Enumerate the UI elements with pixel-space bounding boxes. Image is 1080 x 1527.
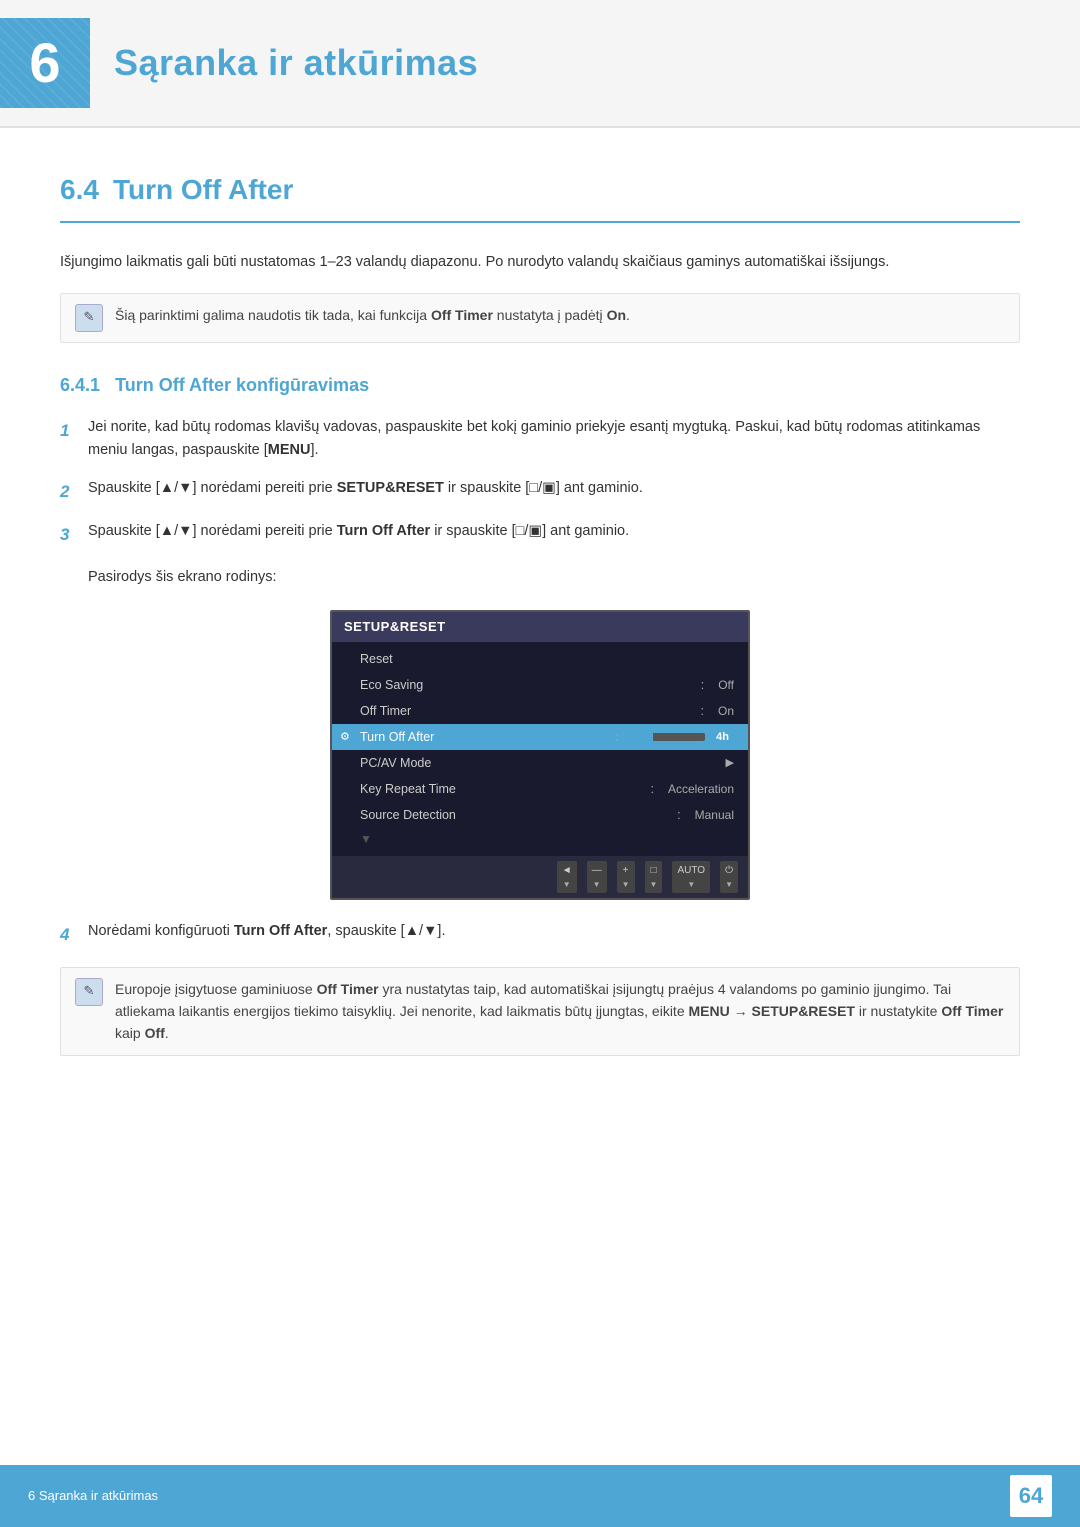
menu-item-keyrepeat: Key Repeat Time : Acceleration: [332, 776, 748, 802]
bottom-icon-auto: AUTO▼: [672, 861, 710, 894]
progress-value: 4h: [711, 728, 734, 748]
section-heading: 6.4 Turn Off After: [60, 168, 1020, 223]
arrow-icon-pcav: ▶: [726, 755, 734, 773]
menu-more-indicator: ▼: [332, 828, 748, 851]
menu-label-eco: Eco Saving: [360, 675, 695, 695]
step-text-4: Norėdami konfigūruoti Turn Off After, sp…: [88, 920, 1020, 944]
step-item-1: 1 Jei norite, kad būtų rodomas klavišų v…: [60, 416, 1020, 464]
bottom-icon-plus: +▼: [617, 861, 635, 894]
main-content: 6.4 Turn Off After Išjungimo laikmatis g…: [0, 128, 1080, 1160]
menu-item-reset: Reset: [332, 646, 748, 672]
bottom-icon-power: ⏻▼: [720, 861, 738, 894]
menu-label-source: Source Detection: [360, 805, 671, 825]
menu-title: SETUP&RESET: [332, 612, 748, 643]
gear-icon: ⚙: [340, 729, 350, 747]
step-text-1: Jei norite, kad būtų rodomas klavišų vad…: [88, 416, 1020, 464]
step-item-2: 2 Spauskite [▲/▼] norėdami pereiti prie …: [60, 477, 1020, 505]
bottom-icon-minus: —▼: [587, 861, 607, 894]
screen-mockup: SETUP&RESET Reset Eco Saving : Off Off T…: [330, 610, 750, 901]
step-number-2: 2: [60, 477, 88, 505]
step-item-3: 3 Spauskite [▲/▼] norėdami pereiti prie …: [60, 520, 1020, 548]
menu-value-offtimer: On: [718, 702, 734, 721]
chapter-number: 6: [0, 18, 90, 108]
bottom-icon-enter: □▼: [645, 861, 663, 894]
section-number: 6.4: [60, 168, 99, 213]
footer-chapter-label: 6 Sąranka ir atkūrimas: [28, 1486, 158, 1507]
section-title: Turn Off After: [113, 168, 293, 213]
menu-label-turnoffafter: Turn Off After: [360, 727, 610, 747]
progress-bar-fill: [625, 733, 653, 741]
menu-item-eco: Eco Saving : Off: [332, 672, 748, 698]
steps-list-2: 4 Norėdami konfigūruoti Turn Off After, …: [60, 920, 1020, 948]
step-text-3: Spauskite [▲/▼] norėdami pereiti prie Tu…: [88, 520, 1020, 544]
note-text-2: Europoje įsigytuose gaminiuose Off Timer…: [115, 978, 1005, 1045]
step-number-4: 4: [60, 920, 88, 948]
progress-bar-area: 4h: [625, 728, 734, 748]
menu-item-offtimer: Off Timer : On: [332, 698, 748, 724]
note-icon-2: ✎: [75, 978, 103, 1006]
step-3-sub: Pasirodys šis ekrano rodinys:: [88, 566, 1020, 590]
menu-item-pcav: PC/AV Mode ▶: [332, 750, 748, 776]
chapter-header: 6 Sąranka ir atkūrimas: [0, 0, 1080, 128]
menu-label-keyrepeat: Key Repeat Time: [360, 779, 644, 799]
bottom-icon-back: ◄▼: [557, 861, 577, 894]
menu-label-offtimer: Off Timer: [360, 701, 695, 721]
menu-value-eco: Off: [718, 676, 734, 695]
menu-bottom-bar: ◄▼ —▼ +▼ □▼ AUTO▼ ⏻▼: [332, 856, 748, 899]
subsection-number: 6.4.1: [60, 375, 100, 395]
note-text-1: Šią parinktimi galima naudotis tik tada,…: [115, 304, 630, 326]
menu-item-turnoffafter: ⚙ Turn Off After : 4h: [332, 724, 748, 750]
menu-item-source: Source Detection : Manual: [332, 802, 748, 828]
menu-label-reset: Reset: [360, 649, 734, 669]
menu-value-source: Manual: [695, 806, 734, 825]
step-number-3: 3: [60, 520, 88, 548]
chapter-title: Sąranka ir atkūrimas: [114, 34, 478, 92]
menu-value-keyrepeat: Acceleration: [668, 780, 734, 799]
menu-label-pcav: PC/AV Mode: [360, 753, 726, 773]
step-text-2: Spauskite [▲/▼] norėdami pereiti prie SE…: [88, 477, 1020, 501]
menu-items: Reset Eco Saving : Off Off Timer : On ⚙: [332, 642, 748, 855]
steps-list: 1 Jei norite, kad būtų rodomas klavišų v…: [60, 416, 1020, 548]
step-number-1: 1: [60, 416, 88, 444]
footer-page-number: 64: [1010, 1475, 1052, 1517]
step-item-4: 4 Norėdami konfigūruoti Turn Off After, …: [60, 920, 1020, 948]
progress-bar: [625, 733, 705, 741]
note-box-2: ✎ Europoje įsigytuose gaminiuose Off Tim…: [60, 967, 1020, 1056]
note-box-1: ✎ Šią parinktimi galima naudotis tik tad…: [60, 293, 1020, 343]
page-footer: 6 Sąranka ir atkūrimas 64: [0, 1465, 1080, 1527]
subsection-heading: 6.4.1 Turn Off After konfigūravimas: [60, 371, 1020, 400]
note-icon-1: ✎: [75, 304, 103, 332]
body-text: Išjungimo laikmatis gali būti nustatomas…: [60, 251, 1020, 275]
subsection-title: Turn Off After konfigūravimas: [115, 375, 369, 395]
screen-inner: SETUP&RESET Reset Eco Saving : Off Off T…: [332, 612, 748, 899]
